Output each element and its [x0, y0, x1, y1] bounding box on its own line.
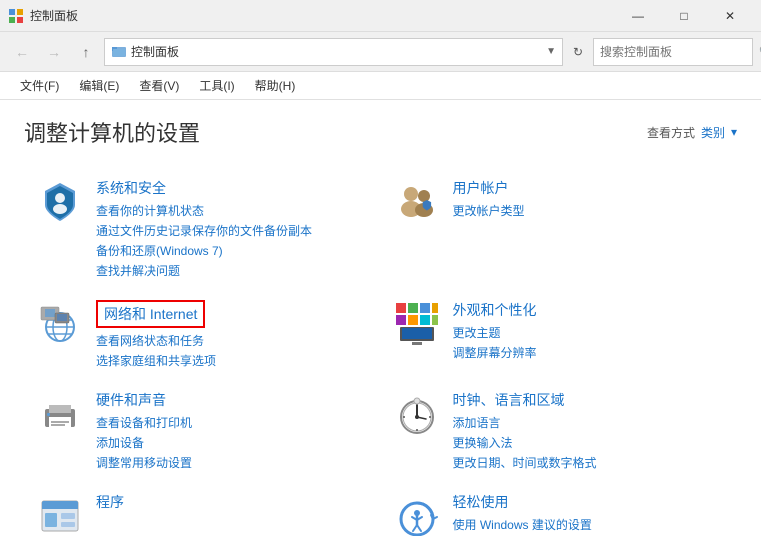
address-path: 控制面板: [131, 43, 542, 60]
clock-language-icon: [393, 390, 441, 438]
user-accounts-link-0[interactable]: 更改帐户类型: [453, 202, 525, 220]
address-bar[interactable]: 控制面板 ▼: [104, 38, 563, 66]
appearance-content: 外观和个性化 更改主题 调整屏幕分辨率: [453, 300, 537, 362]
view-value-button[interactable]: 类别: [701, 124, 725, 141]
hardware-sound-link-1[interactable]: 添加设备: [96, 434, 192, 452]
category-system-security: 系统和安全 查看你的计算机状态 通过文件历史记录保存你的文件备份副本 备份和还原…: [24, 168, 381, 290]
menu-tools[interactable]: 工具(I): [191, 73, 242, 98]
hardware-sound-link-2[interactable]: 调整常用移动设置: [96, 454, 192, 472]
system-security-content: 系统和安全 查看你的计算机状态 通过文件历史记录保存你的文件备份副本 备份和还原…: [96, 178, 312, 280]
view-dropdown-button[interactable]: ▾: [731, 125, 737, 139]
clock-language-links: 添加语言 更换输入法 更改日期、时间或数字格式: [453, 414, 597, 472]
address-bar-icon: [111, 44, 127, 60]
appearance-links: 更改主题 调整屏幕分辨率: [453, 324, 537, 362]
system-security-links: 查看你的计算机状态 通过文件历史记录保存你的文件备份副本 备份和还原(Windo…: [96, 202, 312, 280]
network-internet-link-1[interactable]: 选择家庭组和共享选项: [96, 352, 216, 370]
page-title: 调整计算机的设置: [24, 116, 200, 148]
clock-language-title[interactable]: 时钟、语言和区域: [453, 390, 597, 410]
menu-bar: 文件(F) 编辑(E) 查看(V) 工具(I) 帮助(H): [0, 72, 761, 100]
hardware-sound-title[interactable]: 硬件和声音: [96, 390, 192, 410]
up-button[interactable]: ↑: [72, 38, 100, 66]
categories-grid: 系统和安全 查看你的计算机状态 通过文件历史记录保存你的文件备份副本 备份和还原…: [24, 168, 737, 536]
title-bar-controls: — □ ✕: [615, 0, 753, 32]
ease-of-access-icon: [393, 492, 441, 536]
category-network-internet: 网络和 Internet 查看网络状态和任务 选择家庭组和共享选项: [24, 290, 381, 380]
system-security-link-3[interactable]: 查找并解决问题: [96, 262, 312, 280]
category-appearance: 外观和个性化 更改主题 调整屏幕分辨率: [381, 290, 738, 380]
title-bar-title: 控制面板: [30, 7, 78, 24]
user-accounts-content: 用户帐户 更改帐户类型: [453, 178, 525, 220]
hardware-sound-links: 查看设备和打印机 添加设备 调整常用移动设置: [96, 414, 192, 472]
appearance-title[interactable]: 外观和个性化: [453, 300, 537, 320]
system-security-link-2[interactable]: 备份和还原(Windows 7): [96, 242, 312, 260]
hardware-sound-link-0[interactable]: 查看设备和打印机: [96, 414, 192, 432]
maximize-button[interactable]: □: [661, 0, 707, 32]
network-internet-links: 查看网络状态和任务 选择家庭组和共享选项: [96, 332, 216, 370]
clock-language-link-0[interactable]: 添加语言: [453, 414, 597, 432]
network-internet-icon: [36, 300, 84, 348]
refresh-button[interactable]: ↻: [567, 39, 589, 65]
page-header: 调整计算机的设置 查看方式 类别 ▾: [24, 116, 737, 148]
appearance-link-1[interactable]: 调整屏幕分辨率: [453, 344, 537, 362]
programs-icon: [36, 492, 84, 536]
system-security-title[interactable]: 系统和安全: [96, 178, 312, 198]
hardware-sound-content: 硬件和声音 查看设备和打印机 添加设备 调整常用移动设置: [96, 390, 192, 472]
menu-help[interactable]: 帮助(H): [247, 73, 304, 98]
programs-content: 程序: [96, 492, 124, 516]
appearance-icon: [393, 300, 441, 348]
hardware-sound-icon: [36, 390, 84, 438]
back-button[interactable]: ←: [8, 38, 36, 66]
user-accounts-icon: [393, 178, 441, 226]
ease-of-access-link-0[interactable]: 使用 Windows 建议的设置: [453, 516, 592, 534]
category-clock-language: 时钟、语言和区域 添加语言 更换输入法 更改日期、时间或数字格式: [381, 380, 738, 482]
system-security-link-1[interactable]: 通过文件历史记录保存你的文件备份副本: [96, 222, 312, 240]
programs-title[interactable]: 程序: [96, 492, 124, 512]
control-panel-icon: [8, 8, 24, 24]
title-bar-left: 控制面板: [8, 7, 78, 24]
clock-language-content: 时钟、语言和区域 添加语言 更换输入法 更改日期、时间或数字格式: [453, 390, 597, 472]
search-input[interactable]: [600, 45, 755, 59]
network-internet-title[interactable]: 网络和 Internet: [96, 300, 205, 328]
search-bar[interactable]: 🔍: [593, 38, 753, 66]
network-internet-content: 网络和 Internet 查看网络状态和任务 选择家庭组和共享选项: [96, 300, 216, 370]
minimize-button[interactable]: —: [615, 0, 661, 32]
view-options: 查看方式 类别 ▾: [647, 124, 737, 141]
category-user-accounts: 用户帐户 更改帐户类型: [381, 168, 738, 290]
ease-of-access-title[interactable]: 轻松使用: [453, 492, 592, 512]
ease-of-access-content: 轻松使用 使用 Windows 建议的设置 优化视觉显示: [453, 492, 592, 536]
appearance-link-0[interactable]: 更改主题: [453, 324, 537, 342]
user-accounts-links: 更改帐户类型: [453, 202, 525, 220]
close-button[interactable]: ✕: [707, 0, 753, 32]
menu-edit[interactable]: 编辑(E): [71, 73, 127, 98]
title-bar: 控制面板 — □ ✕: [0, 0, 761, 32]
system-security-icon: [36, 178, 84, 226]
view-label: 查看方式: [647, 124, 695, 141]
forward-button[interactable]: →: [40, 38, 68, 66]
clock-language-link-2[interactable]: 更改日期、时间或数字格式: [453, 454, 597, 472]
main-content: 调整计算机的设置 查看方式 类别 ▾ 系统和安全: [0, 100, 761, 536]
ease-of-access-links: 使用 Windows 建议的设置 优化视觉显示: [453, 516, 592, 536]
network-internet-link-0[interactable]: 查看网络状态和任务: [96, 332, 216, 350]
clock-language-link-1[interactable]: 更换输入法: [453, 434, 597, 452]
category-ease-of-access: 轻松使用 使用 Windows 建议的设置 优化视觉显示: [381, 482, 738, 536]
nav-bar: ← → ↑ 控制面板 ▼ ↻ 🔍: [0, 32, 761, 72]
category-hardware-sound: 硬件和声音 查看设备和打印机 添加设备 调整常用移动设置: [24, 380, 381, 482]
user-accounts-title[interactable]: 用户帐户: [453, 178, 525, 198]
menu-file[interactable]: 文件(F): [12, 73, 67, 98]
menu-view[interactable]: 查看(V): [131, 73, 187, 98]
address-dropdown[interactable]: ▼: [546, 46, 556, 57]
system-security-link-0[interactable]: 查看你的计算机状态: [96, 202, 312, 220]
category-programs: 程序: [24, 482, 381, 536]
